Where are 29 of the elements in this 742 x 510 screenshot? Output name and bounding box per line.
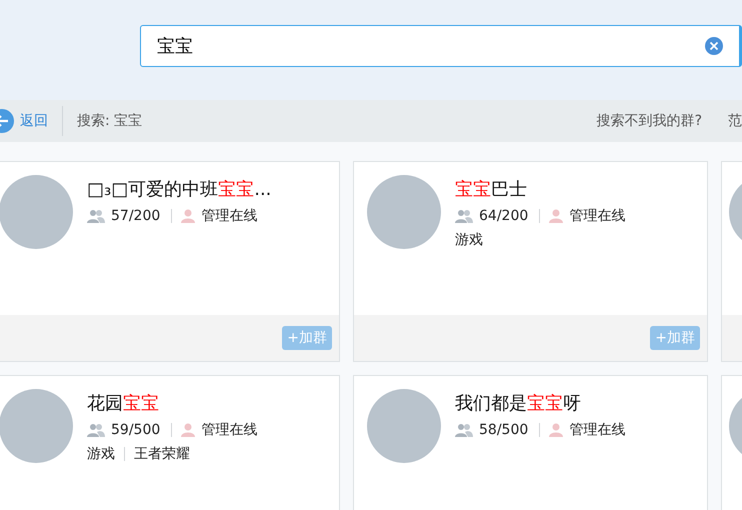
admin-status: 管理在线	[569, 421, 626, 439]
member-count: 58/500	[479, 422, 528, 438]
clear-icon[interactable]	[705, 37, 723, 55]
admin-status: 管理在线	[201, 421, 258, 439]
person-icon	[181, 423, 196, 437]
group-title[interactable]: 花园宝宝	[87, 391, 258, 415]
members-icon	[455, 209, 473, 223]
person-icon	[549, 209, 564, 223]
group-title[interactable]: 我们都是宝宝呀	[455, 391, 626, 415]
admin-status: 管理在线	[201, 207, 258, 225]
members-icon	[87, 423, 105, 437]
search-query-label: 搜索: 宝宝	[77, 112, 142, 130]
tag-label: 王者荣耀	[134, 445, 190, 463]
group-title[interactable]: 宝宝巴士	[455, 177, 626, 201]
tag-label: 游戏	[87, 445, 115, 463]
group-title[interactable]: □₃□可爱的中班宝宝...	[87, 177, 272, 201]
member-count: 57/200	[111, 208, 160, 224]
members-icon	[87, 209, 105, 223]
search-field[interactable]: 宝宝	[140, 25, 742, 67]
help-link[interactable]: 搜索不到我的群?	[596, 112, 702, 130]
admin-status: 管理在线	[569, 207, 626, 225]
scope-link[interactable]: 范	[728, 112, 742, 130]
person-icon	[549, 423, 564, 437]
members-icon	[455, 423, 473, 437]
search-value: 宝宝	[157, 35, 194, 58]
person-icon	[181, 209, 196, 223]
member-count: 64/200	[479, 208, 528, 224]
tag-label: 游戏	[455, 231, 483, 249]
member-count: 59/500	[111, 422, 160, 438]
